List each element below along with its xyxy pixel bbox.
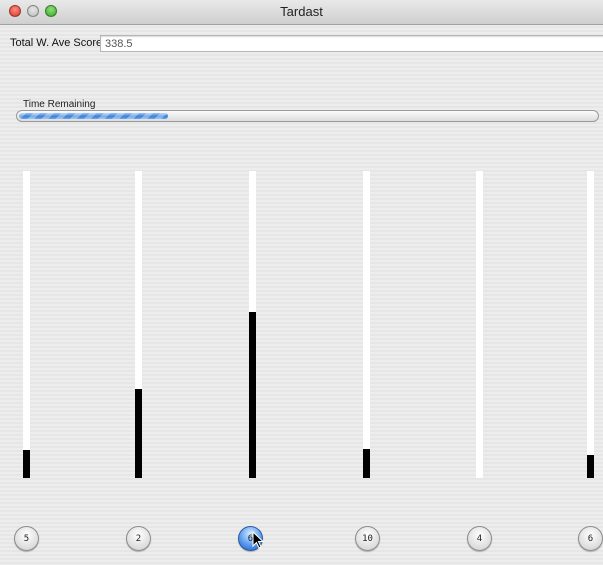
level-column-2 (135, 171, 142, 478)
column-button-5[interactable]: 4 (467, 526, 492, 551)
column-button-6[interactable]: 6 (578, 526, 603, 551)
window-title: Tardast (280, 4, 323, 19)
level-bar-6 (587, 455, 594, 478)
level-column-3 (249, 171, 256, 478)
column-button-4[interactable]: 10 (355, 526, 380, 551)
level-bar-2 (135, 389, 142, 478)
level-bar-4 (363, 449, 370, 478)
mouse-cursor-icon (252, 531, 264, 549)
progress-label: Time Remaining (23, 99, 96, 110)
time-remaining-progress-bar (16, 110, 599, 122)
score-field[interactable]: 338.5 (100, 35, 603, 52)
column-button-2[interactable]: 2 (126, 526, 151, 551)
level-column-4 (363, 171, 370, 478)
score-label: Total W. Ave Score (10, 37, 103, 49)
level-column-1 (23, 171, 30, 478)
progress-fill (19, 113, 169, 119)
app-window: Tardast Total W. Ave Score 338.5 Time Re… (0, 0, 603, 565)
level-bar-1 (23, 450, 30, 478)
level-bar-3 (249, 312, 256, 478)
column-button-1[interactable]: 5 (14, 526, 39, 551)
level-column-6 (587, 171, 594, 478)
level-column-5 (476, 171, 483, 478)
title-bar[interactable]: Tardast (0, 0, 603, 25)
